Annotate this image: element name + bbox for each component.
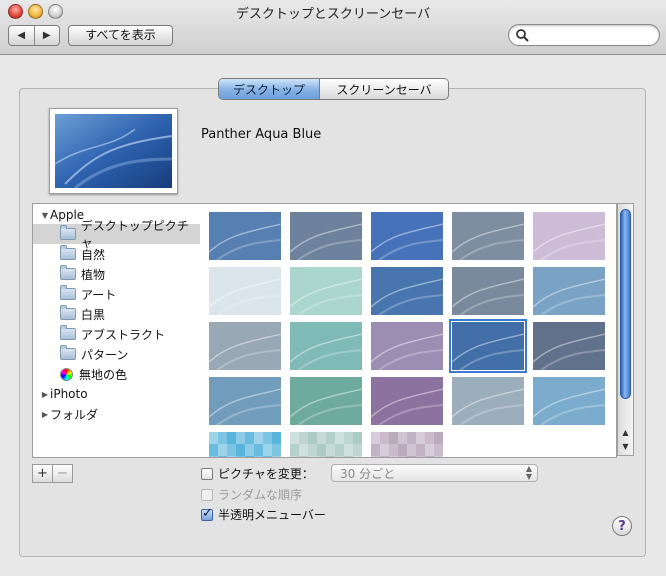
wallpaper-thumbnail[interactable] xyxy=(209,322,281,370)
source-group-iphoto[interactable]: ▶ iPhoto xyxy=(33,384,200,404)
title-bar: デスクトップとスクリーンセーバ ◀ ▶ すべてを表示 xyxy=(0,0,666,55)
scroll-up-icon[interactable]: ▲ xyxy=(618,426,633,440)
thumbnail-scrollbar[interactable]: ▲ ▼ xyxy=(617,203,634,456)
random-order-label: ランダムな順序 xyxy=(218,488,303,502)
folder-icon xyxy=(60,265,76,280)
source-label: アブストラクト xyxy=(81,327,166,342)
tab-bar: デスクトップ スクリーンセーバ xyxy=(218,78,449,100)
source-label: パターン xyxy=(81,347,129,362)
source-item-solid-colors[interactable]: 無地の色 xyxy=(33,364,200,384)
wallpaper-thumbnail[interactable] xyxy=(290,267,362,315)
wallpaper-thumbnail[interactable] xyxy=(452,377,524,425)
wallpaper-thumbnail[interactable] xyxy=(533,322,605,370)
source-item-art[interactable]: アート xyxy=(33,284,200,304)
source-list: ▼ Apple デスクトップピクチャ 自然 植物 アート 白黒 アブストラクト … xyxy=(32,203,201,458)
wallpaper-thumbnail[interactable] xyxy=(533,212,605,260)
wallpaper-thumbnail[interactable] xyxy=(533,267,605,315)
translucent-menubar-checkbox[interactable] xyxy=(201,506,213,521)
change-picture-option[interactable]: ピクチャを変更： xyxy=(201,465,314,482)
folder-icon xyxy=(60,285,76,300)
scroll-down-icon[interactable]: ▼ xyxy=(618,440,633,454)
source-label: 白黒 xyxy=(81,307,106,322)
source-label: 自然 xyxy=(81,247,106,262)
wallpaper-thumbnail[interactable] xyxy=(371,377,443,425)
wallpaper-thumbnail[interactable] xyxy=(533,377,605,425)
source-label: フォルダ xyxy=(50,407,99,422)
search-field[interactable] xyxy=(508,24,660,46)
source-item-black-white[interactable]: 白黒 xyxy=(33,304,200,324)
add-source-button[interactable]: + xyxy=(32,464,53,483)
folder-icon xyxy=(59,225,76,240)
translucent-menubar-label: 半透明メニューバー xyxy=(218,508,326,522)
wallpaper-thumbnail[interactable] xyxy=(371,432,443,457)
scroll-thumb[interactable] xyxy=(620,209,631,399)
source-label: 植物 xyxy=(81,267,106,282)
source-label: アート xyxy=(81,287,117,302)
show-all-button[interactable]: すべてを表示 xyxy=(68,25,173,46)
wallpaper-thumbnail[interactable] xyxy=(290,432,362,457)
wallpaper-thumbnail[interactable] xyxy=(371,212,443,260)
change-interval-popup[interactable]: 30 分ごと ▲ ▼ xyxy=(331,464,538,482)
wallpaper-thumbnail[interactable] xyxy=(290,377,362,425)
source-label: Apple xyxy=(50,208,85,222)
wallpaper-thumbnail[interactable] xyxy=(290,322,362,370)
source-buttons: + − xyxy=(32,464,73,483)
translucent-menubar-option[interactable]: 半透明メニューバー xyxy=(201,506,326,523)
random-order-option[interactable]: ランダムな順序 xyxy=(201,486,302,503)
disclosure-open-icon[interactable]: ▼ xyxy=(40,211,50,220)
current-picture-image xyxy=(55,114,172,188)
source-group-folders[interactable]: ▶ フォルダ xyxy=(33,404,200,424)
current-picture-preview xyxy=(49,108,178,194)
forward-button[interactable]: ▶ xyxy=(35,26,60,45)
wallpaper-thumbnail[interactable] xyxy=(452,212,524,260)
popup-arrows-icon: ▲ ▼ xyxy=(525,464,532,481)
search-input[interactable] xyxy=(531,27,655,43)
interval-value: 30 分ごと xyxy=(340,467,396,481)
wallpaper-thumbnail[interactable] xyxy=(209,212,281,260)
color-wheel-icon xyxy=(60,367,73,381)
disclosure-closed-icon[interactable]: ▶ xyxy=(40,410,50,419)
source-item-patterns[interactable]: パターン xyxy=(33,344,200,364)
wallpaper-thumbnail[interactable] xyxy=(371,267,443,315)
wallpaper-thumbnail[interactable] xyxy=(209,377,281,425)
tab-screensaver[interactable]: スクリーンセーバ xyxy=(320,79,448,99)
source-item-desktop-pictures[interactable]: デスクトップピクチャ xyxy=(33,219,200,250)
help-button[interactable]: ? xyxy=(612,516,632,536)
tab-desktop[interactable]: デスクトップ xyxy=(219,79,320,99)
thumbnail-grid xyxy=(200,203,617,458)
wallpaper-thumbnail[interactable] xyxy=(209,267,281,315)
wallpaper-thumbnail[interactable] xyxy=(371,322,443,370)
back-button[interactable]: ◀ xyxy=(9,26,35,45)
random-order-checkbox[interactable] xyxy=(201,488,213,501)
wallpaper-thumbnail[interactable] xyxy=(209,432,281,457)
remove-source-button[interactable]: − xyxy=(53,464,73,483)
source-label: iPhoto xyxy=(50,387,88,401)
change-picture-label: ピクチャを変更： xyxy=(218,467,314,481)
source-label: 無地の色 xyxy=(79,367,128,382)
window-title: デスクトップとスクリーンセーバ xyxy=(235,7,431,22)
change-picture-checkbox[interactable] xyxy=(201,467,213,480)
wallpaper-thumbnail[interactable] xyxy=(452,267,524,315)
folder-icon xyxy=(60,305,76,320)
back-forward-buttons: ◀ ▶ xyxy=(8,25,60,46)
disclosure-closed-icon[interactable]: ▶ xyxy=(40,390,50,399)
current-picture-name: Panther Aqua Blue xyxy=(201,127,322,142)
folder-icon xyxy=(60,345,76,360)
source-item-nature[interactable]: 自然 xyxy=(33,244,200,264)
wallpaper-thumbnail[interactable] xyxy=(290,212,362,260)
folder-icon xyxy=(60,245,76,260)
folder-icon xyxy=(60,325,76,340)
search-icon xyxy=(516,29,529,42)
source-item-abstract[interactable]: アブストラクト xyxy=(33,324,200,344)
wallpaper-thumbnail[interactable] xyxy=(449,319,527,373)
source-item-plants[interactable]: 植物 xyxy=(33,264,200,284)
